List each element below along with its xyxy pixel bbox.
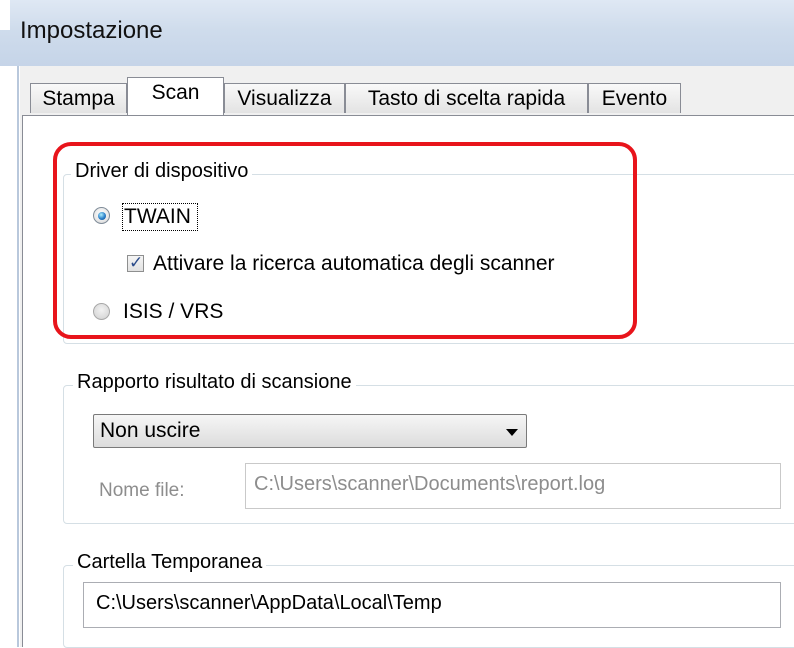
temp-folder-value: C:\Users\scanner\AppData\Local\Temp (96, 592, 442, 614)
window-title: Impostazione (20, 17, 163, 44)
temp-folder-group-title: Cartella Temporanea (73, 551, 267, 574)
red-highlight-annotation (53, 142, 637, 339)
scan-report-group-title: Rapporto risultato di scansione (73, 371, 356, 394)
file-name-field[interactable]: C:\Users\scanner\Documents\report.log (245, 463, 781, 509)
tab-scan[interactable]: Scan (127, 77, 224, 115)
temp-folder-field[interactable]: C:\Users\scanner\AppData\Local\Temp (83, 582, 781, 628)
scan-report-dropdown[interactable]: Non uscire (93, 414, 527, 448)
window-left-border (17, 66, 19, 647)
tab-tasto-di-scelta-rapida[interactable]: Tasto di scelta rapida (345, 83, 588, 113)
scan-report-dropdown-value: Non uscire (100, 419, 201, 442)
file-name-value: C:\Users\scanner\Documents\report.log (254, 473, 606, 495)
tab-stampa[interactable]: Stampa (30, 83, 127, 113)
window-corner (0, 0, 10, 30)
tab-evento[interactable]: Evento (588, 83, 681, 113)
title-bar: Impostazione (0, 0, 794, 66)
file-name-label: Nome file: (99, 480, 185, 501)
tab-visualizza[interactable]: Visualizza (224, 83, 345, 113)
chevron-down-icon (506, 429, 518, 436)
